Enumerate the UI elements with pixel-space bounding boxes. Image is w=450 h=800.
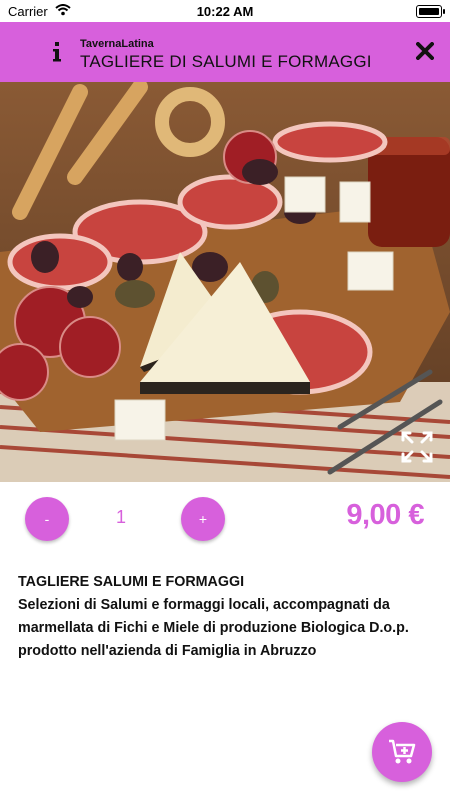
header-bar: TavernaLatina TAGLIERE DI SALUMI E FORMA… bbox=[0, 22, 450, 82]
status-time: 10:22 AM bbox=[196, 4, 254, 19]
product-photo-illustration bbox=[0, 82, 450, 482]
battery-icon bbox=[416, 5, 445, 18]
quantity-value: 1 bbox=[115, 507, 126, 527]
expand-icon[interactable] bbox=[400, 430, 434, 464]
quantity-row: - 1 + 9,00 € bbox=[0, 497, 450, 541]
product-name: TAGLIERE SALUMI E FORMAGGI bbox=[18, 574, 245, 590]
decrease-quantity-button[interactable]: - bbox=[25, 497, 69, 541]
add-to-cart-button[interactable] bbox=[372, 722, 432, 782]
product-image[interactable] bbox=[0, 82, 450, 482]
product-price: 9,00 € bbox=[346, 499, 424, 531]
product-description-block: TAGLIERE SALUMI E FORMAGGI Selezioni di … bbox=[18, 571, 432, 663]
page-title: TAGLIERE DI SALUMI E FORMAGGI bbox=[80, 52, 372, 71]
restaurant-name: TavernaLatina bbox=[80, 38, 154, 50]
product-description: Selezioni di Salumi e formaggi locali, a… bbox=[18, 597, 409, 659]
increase-quantity-button[interactable]: + bbox=[181, 497, 225, 541]
status-bar: Carrier 10:22 AM bbox=[0, 0, 450, 22]
close-icon[interactable] bbox=[416, 42, 434, 60]
add-to-cart-icon bbox=[389, 739, 416, 764]
info-icon[interactable] bbox=[50, 40, 64, 64]
